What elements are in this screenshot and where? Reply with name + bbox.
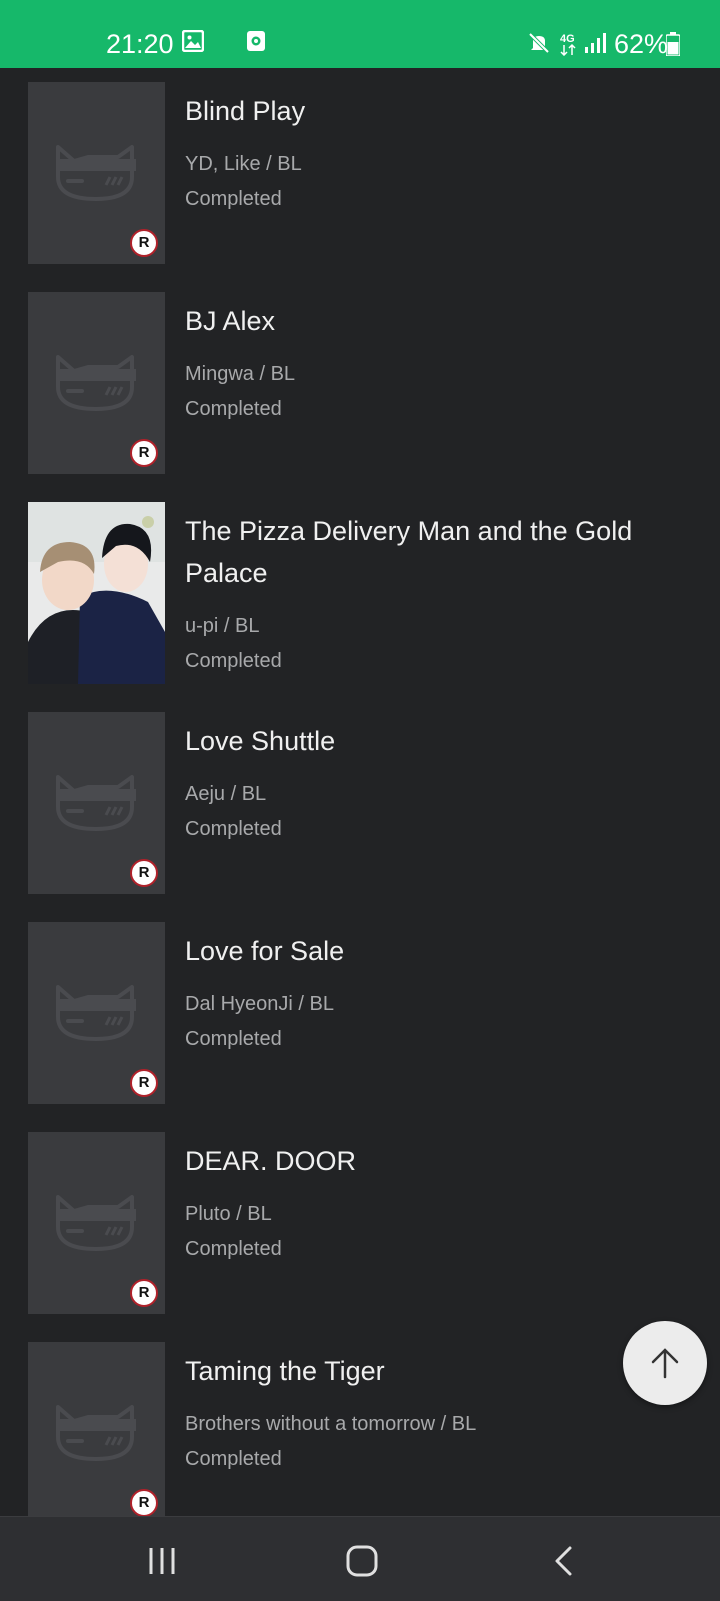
series-title[interactable]: The Pizza Delivery Man and the Gold Pala… (185, 510, 665, 594)
mute-icon (528, 32, 550, 54)
series-cover[interactable]: R (28, 922, 165, 1104)
series-status: Completed (185, 1448, 282, 1470)
series-title[interactable]: Taming the Tiger (185, 1350, 665, 1392)
list-item[interactable]: R Blind Play YD, Like / BL Completed (0, 82, 720, 264)
series-list[interactable]: R Blind Play YD, Like / BL Completed R BJ Ale… (0, 68, 720, 1516)
series-title[interactable]: BJ Alex (185, 300, 665, 342)
placeholder-mascot-icon (56, 145, 136, 201)
placeholder-mascot-icon (56, 355, 136, 411)
rating-badge: R (130, 859, 158, 887)
recent-apps-icon[interactable] (146, 1545, 178, 1577)
placeholder-mascot-icon (56, 985, 136, 1041)
series-author-genre: Mingwa / BL (185, 363, 296, 385)
status-bar: 21:20 4G 62% (0, 0, 720, 68)
series-status: Completed (185, 818, 282, 840)
rating-badge: R (130, 1489, 158, 1516)
gallery-icon (182, 30, 204, 52)
placeholder-mascot-icon (56, 775, 136, 831)
list-item[interactable]: R Love for Sale Dal HyeonJi / BL Completed (0, 922, 720, 1104)
series-author-genre: YD, Like / BL (185, 153, 302, 175)
home-icon[interactable] (345, 1544, 379, 1578)
series-author-genre: Brothers without a tomorrow / BL (185, 1413, 477, 1435)
series-title[interactable]: Blind Play (185, 90, 665, 132)
battery-percent: 62% (614, 29, 669, 59)
list-item[interactable]: R Love Shuttle Aeju / BL Completed (0, 712, 720, 894)
rating-badge: R (130, 1279, 158, 1307)
series-status: Completed (185, 1238, 282, 1260)
series-cover[interactable]: R (28, 712, 165, 894)
back-icon[interactable] (552, 1545, 576, 1577)
rating-badge: R (130, 439, 158, 467)
rating-badge: R (130, 1069, 158, 1097)
series-author-genre: Pluto / BL (185, 1203, 272, 1225)
series-cover[interactable]: R (28, 1342, 165, 1516)
list-item[interactable]: The Pizza Delivery Man and the Gold Pala… (0, 502, 720, 684)
list-item[interactable]: R Taming the Tiger Brothers without a tomo… (0, 1342, 720, 1516)
series-status: Completed (185, 650, 282, 672)
list-item[interactable]: R BJ Alex Mingwa / BL Completed (0, 292, 720, 474)
navigation-bar (0, 1516, 720, 1601)
app-notification-icon (247, 31, 265, 51)
placeholder-mascot-icon (56, 1405, 136, 1461)
series-title[interactable]: Love Shuttle (185, 720, 665, 762)
svg-text:4G: 4G (560, 33, 575, 45)
series-title[interactable]: DEAR. DOOR (185, 1140, 665, 1182)
battery-icon (666, 32, 680, 56)
series-cover[interactable]: R (28, 1132, 165, 1314)
signal-icon (585, 33, 606, 53)
series-status: Completed (185, 188, 282, 210)
series-cover[interactable]: R (28, 82, 165, 264)
placeholder-mascot-icon (56, 1195, 136, 1251)
cover-artwork (28, 502, 165, 684)
series-cover[interactable]: R (28, 292, 165, 474)
series-status: Completed (185, 398, 282, 420)
list-item[interactable]: R DEAR. DOOR Pluto / BL Completed (0, 1132, 720, 1314)
series-cover[interactable] (28, 502, 165, 684)
arrow-up-icon (651, 1348, 679, 1379)
series-title[interactable]: Love for Sale (185, 930, 665, 972)
status-time: 21:20 (106, 29, 174, 59)
series-author-genre: Aeju / BL (185, 783, 267, 805)
series-status: Completed (185, 1028, 282, 1050)
scroll-to-top-button[interactable] (623, 1321, 707, 1405)
series-author-genre: Dal HyeonJi / BL (185, 993, 334, 1015)
rating-badge: R (130, 229, 158, 257)
network-4g-icon: 4G (560, 33, 576, 56)
series-author-genre: u-pi / BL (185, 615, 260, 637)
